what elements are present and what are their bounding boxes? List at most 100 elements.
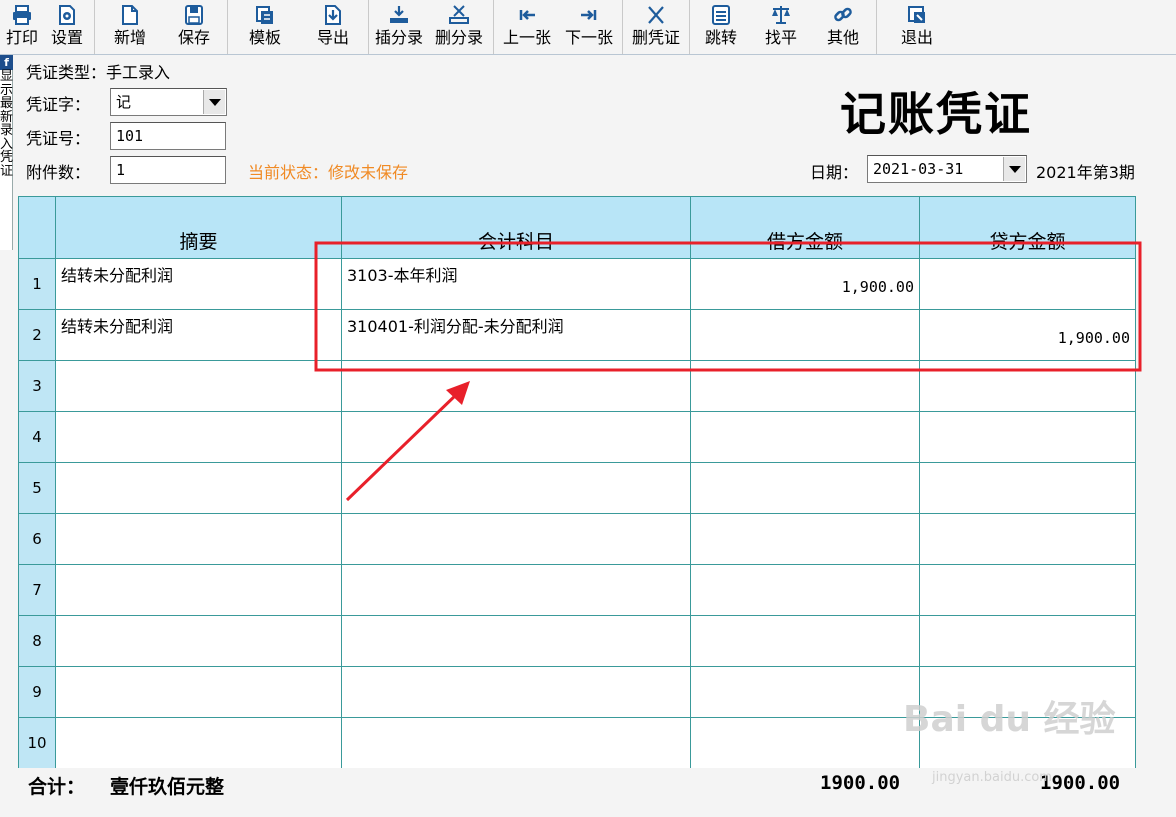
row-number[interactable]: 3 (18, 360, 56, 412)
account-cell[interactable] (341, 462, 691, 514)
next-button[interactable]: 下一张 (558, 0, 620, 54)
debit-cell[interactable] (690, 411, 920, 463)
save-button[interactable]: 保存 (163, 0, 225, 54)
insert-entry-icon (386, 3, 412, 27)
insert-entry-label: 插分录 (374, 28, 423, 47)
credit-cell[interactable] (919, 258, 1136, 310)
toolbar-group-print: 打印 设置 (0, 0, 95, 54)
row-number[interactable]: 1 (18, 258, 56, 310)
next-icon (576, 3, 602, 27)
new-button[interactable]: 新增 (97, 0, 163, 54)
debit-cell[interactable] (690, 666, 920, 718)
summary-cell[interactable] (55, 411, 342, 463)
settings-button[interactable]: 设置 (42, 0, 92, 54)
credit-cell[interactable] (919, 462, 1136, 514)
row-number[interactable]: 7 (18, 564, 56, 616)
balance-button[interactable]: 找平 (750, 0, 812, 54)
summary-cell[interactable] (55, 666, 342, 718)
account-cell[interactable] (341, 666, 691, 718)
debit-total: 1900.00 (820, 772, 901, 794)
insert-entry-button[interactable]: 插分录 (371, 0, 427, 54)
delete-entry-button[interactable]: 删分录 (427, 0, 491, 54)
debit-cell[interactable] (690, 717, 920, 769)
table-row: 3 (18, 360, 1136, 412)
date-picker[interactable]: 2021-03-31 (867, 155, 1027, 183)
next-label: 下一张 (564, 28, 613, 47)
toolbar-group-template: 模板 导出 (228, 0, 369, 54)
account-cell[interactable] (341, 564, 691, 616)
summary-cell[interactable] (55, 564, 342, 616)
chevron-down-icon[interactable] (1003, 157, 1025, 181)
debit-cell[interactable] (690, 564, 920, 616)
delete-entry-label: 删分录 (434, 28, 483, 47)
debit-cell[interactable] (690, 462, 920, 514)
jump-button[interactable]: 跳转 (692, 0, 750, 54)
summary-cell[interactable] (55, 615, 342, 667)
chevron-down-icon[interactable] (203, 90, 225, 114)
total-label: 合计： (28, 776, 86, 798)
column-header-credit[interactable]: 贷方金额 (919, 196, 1136, 259)
account-cell[interactable] (341, 411, 691, 463)
previous-button[interactable]: 上一张 (496, 0, 558, 54)
voucher-number-field[interactable]: 101 (110, 122, 226, 150)
row-number[interactable]: 6 (18, 513, 56, 565)
credit-cell[interactable] (919, 411, 1136, 463)
summary-cell[interactable]: 结转未分配利润 (55, 258, 342, 310)
row-number[interactable]: 8 (18, 615, 56, 667)
row-number[interactable]: 5 (18, 462, 56, 514)
account-cell[interactable] (341, 513, 691, 565)
debit-cell[interactable] (690, 615, 920, 667)
balance-scale-icon (768, 3, 794, 27)
delete-voucher-icon (643, 3, 669, 27)
total-in-words: 壹仟玖佰元整 (110, 776, 225, 798)
column-header-summary[interactable]: 摘要 (55, 196, 342, 259)
show-latest-voucher-tab[interactable]: f 显示最新录入凭证 (0, 55, 13, 250)
side-tab-label: 显示最新录入凭证 (0, 69, 14, 179)
table-row: 5 (18, 462, 1136, 514)
debit-cell[interactable] (690, 513, 920, 565)
table-row: 8 (18, 615, 1136, 667)
export-button[interactable]: 导出 (300, 0, 366, 54)
account-cell[interactable] (341, 717, 691, 769)
exit-label: 退出 (900, 28, 933, 47)
toolbar-group-exit: 退出 (877, 0, 957, 54)
column-header-debit[interactable]: 借方金额 (690, 196, 920, 259)
table-row: 7 (18, 564, 1136, 616)
voucher-word-label: 凭证字： (26, 95, 91, 114)
credit-cell[interactable]: 1,900.00 (919, 309, 1136, 361)
debit-cell[interactable] (690, 309, 920, 361)
summary-cell[interactable] (55, 462, 342, 514)
row-number[interactable]: 4 (18, 411, 56, 463)
print-button[interactable]: 打印 (2, 0, 42, 54)
row-number[interactable]: 10 (18, 717, 56, 769)
voucher-entries-table: 摘要 会计科目 借方金额 贷方金额 1 结转未分配利润 3103-本年利润 1,… (18, 196, 1136, 769)
exit-button[interactable]: 退出 (879, 0, 955, 54)
template-label: 模板 (248, 28, 281, 47)
credit-cell[interactable] (919, 360, 1136, 412)
attachment-count-field[interactable]: 1 (110, 156, 226, 184)
account-cell[interactable]: 3103-本年利润 (341, 258, 691, 310)
summary-cell[interactable] (55, 513, 342, 565)
debit-cell[interactable] (690, 360, 920, 412)
watermark-logo: Bai du 经验 (903, 699, 1116, 740)
credit-cell[interactable] (919, 513, 1136, 565)
new-document-icon (117, 3, 143, 27)
voucher-word-select[interactable]: 记 (110, 88, 227, 116)
summary-cell[interactable] (55, 360, 342, 412)
debit-cell[interactable]: 1,900.00 (690, 258, 920, 310)
account-cell[interactable] (341, 615, 691, 667)
row-number[interactable]: 2 (18, 309, 56, 361)
account-cell[interactable]: 310401-利润分配-未分配利润 (341, 309, 691, 361)
row-number[interactable]: 9 (18, 666, 56, 718)
save-icon (181, 3, 207, 27)
toolbar-group-tools: 跳转 找平 其他 (690, 0, 877, 54)
template-button[interactable]: 模板 (230, 0, 300, 54)
account-cell[interactable] (341, 360, 691, 412)
summary-cell[interactable] (55, 717, 342, 769)
credit-cell[interactable] (919, 615, 1136, 667)
other-button[interactable]: 其他 (812, 0, 874, 54)
column-header-account[interactable]: 会计科目 (341, 196, 691, 259)
credit-cell[interactable] (919, 564, 1136, 616)
summary-cell[interactable]: 结转未分配利润 (55, 309, 342, 361)
delete-voucher-button[interactable]: 删凭证 (625, 0, 687, 54)
